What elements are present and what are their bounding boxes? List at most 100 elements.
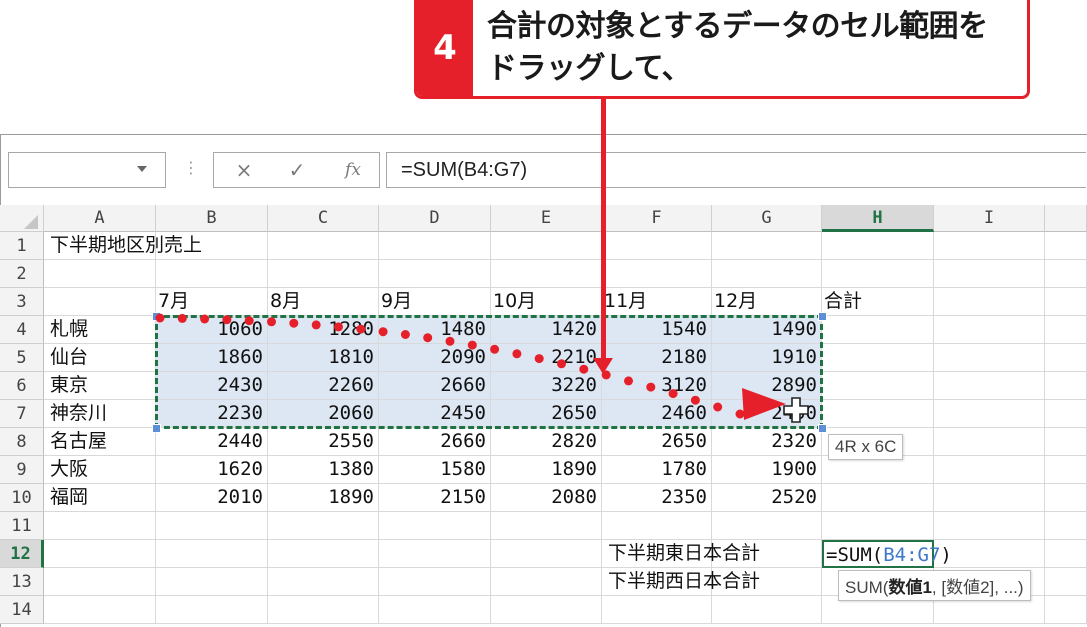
cell-e9[interactable]: 1890 <box>491 456 602 484</box>
cell-f7[interactable]: 2460 <box>602 400 712 428</box>
cell-i11[interactable] <box>934 512 1045 540</box>
cell-b10[interactable]: 2010 <box>156 484 268 512</box>
range-handle-tl[interactable] <box>152 312 161 321</box>
cell-d13[interactable] <box>379 568 491 596</box>
cell-a6[interactable]: 東京 <box>44 372 156 400</box>
cell-e13[interactable] <box>491 568 602 596</box>
cell-c13[interactable] <box>268 568 379 596</box>
cell-i5[interactable] <box>934 344 1045 372</box>
range-handle-br[interactable] <box>818 424 827 433</box>
cell-f13[interactable]: 下半期西日本合計 <box>602 568 760 596</box>
insert-function-icon[interactable]: fx <box>328 153 378 187</box>
cell-d8[interactable]: 2660 <box>379 428 491 456</box>
cell-d10[interactable]: 2150 <box>379 484 491 512</box>
range-handle-bl[interactable] <box>152 424 161 433</box>
cell-f4[interactable]: 1540 <box>602 316 712 344</box>
cell-e2[interactable] <box>491 260 602 288</box>
range-handle-tr[interactable] <box>818 312 827 321</box>
row-header-5[interactable]: 5 <box>0 344 44 372</box>
row-header-12[interactable]: 12 <box>0 540 44 568</box>
cell-e6[interactable]: 3220 <box>491 372 602 400</box>
column-header-h[interactable]: H <box>822 205 934 232</box>
cell-c11[interactable] <box>268 512 379 540</box>
cell-d14[interactable] <box>379 596 491 624</box>
cell-d2[interactable] <box>379 260 491 288</box>
cell-j9[interactable] <box>1045 456 1087 484</box>
cell-d12[interactable] <box>379 540 491 568</box>
cell-i10[interactable] <box>934 484 1045 512</box>
cell-g9[interactable]: 1900 <box>712 456 822 484</box>
cell-h9[interactable] <box>822 456 934 484</box>
cell-c4[interactable]: 1280 <box>268 316 379 344</box>
cell-j11[interactable] <box>1045 512 1087 540</box>
cell-h6[interactable] <box>822 372 934 400</box>
cell-f10[interactable]: 2350 <box>602 484 712 512</box>
cell-g14[interactable] <box>712 596 822 624</box>
cell-e14[interactable] <box>491 596 602 624</box>
cell-i3[interactable] <box>934 288 1045 316</box>
cell-h12[interactable]: =SUM(B4:G7) <box>822 540 952 568</box>
cell-d4[interactable]: 1480 <box>379 316 491 344</box>
row-header-14[interactable]: 14 <box>0 596 44 624</box>
cell-a12[interactable] <box>44 540 156 568</box>
column-header-d[interactable]: D <box>379 205 491 232</box>
cell-a11[interactable] <box>44 512 156 540</box>
select-all-corner[interactable] <box>0 205 44 232</box>
row-header-10[interactable]: 10 <box>0 484 44 512</box>
row-header-3[interactable]: 3 <box>0 288 44 316</box>
cell-i7[interactable] <box>934 400 1045 428</box>
cell-i12[interactable] <box>934 540 1045 568</box>
cell-i4[interactable] <box>934 316 1045 344</box>
cell-c10[interactable]: 1890 <box>268 484 379 512</box>
cell-h1[interactable] <box>822 232 934 260</box>
row-header-2[interactable]: 2 <box>0 260 44 288</box>
column-header-b[interactable]: B <box>156 205 268 232</box>
cell-f9[interactable]: 1780 <box>602 456 712 484</box>
cell-g13[interactable] <box>712 568 822 596</box>
cell-e12[interactable] <box>491 540 602 568</box>
cell-e11[interactable] <box>491 512 602 540</box>
cell-a13[interactable] <box>44 568 156 596</box>
column-header-e[interactable]: E <box>491 205 602 232</box>
cell-e1[interactable] <box>491 232 602 260</box>
cell-b4[interactable]: 1060 <box>156 316 268 344</box>
cell-b2[interactable] <box>156 260 268 288</box>
cell-b8[interactable]: 2440 <box>156 428 268 456</box>
cell-f12[interactable]: 下半期東日本合計 <box>602 540 760 568</box>
cell-h3[interactable]: 合計 <box>822 288 934 316</box>
cell-e5[interactable]: 2210 <box>491 344 602 372</box>
cell-b3[interactable]: 7月 <box>156 288 268 316</box>
cell-j8[interactable] <box>1045 428 1087 456</box>
cell-b14[interactable] <box>156 596 268 624</box>
cell-g12[interactable] <box>712 540 822 568</box>
cell-j3[interactable] <box>1045 288 1087 316</box>
cell-h10[interactable] <box>822 484 934 512</box>
cell-b11[interactable] <box>156 512 268 540</box>
vertical-dots-icon[interactable]: ⋮ <box>183 160 199 176</box>
cell-e3[interactable]: 10月 <box>491 288 602 316</box>
cell-c1[interactable] <box>268 232 379 260</box>
cell-b13[interactable] <box>156 568 268 596</box>
cancel-icon[interactable]: × <box>219 153 269 187</box>
cell-j6[interactable] <box>1045 372 1087 400</box>
cell-c8[interactable]: 2550 <box>268 428 379 456</box>
cell-d1[interactable] <box>379 232 491 260</box>
name-box[interactable] <box>8 152 166 188</box>
cell-b9[interactable]: 1620 <box>156 456 268 484</box>
cell-h4[interactable] <box>822 316 934 344</box>
cell-f11[interactable] <box>602 512 712 540</box>
cell-f3[interactable]: 11月 <box>602 288 712 316</box>
row-header-13[interactable]: 13 <box>0 568 44 596</box>
cell-a2[interactable] <box>44 260 156 288</box>
cell-g11[interactable] <box>712 512 822 540</box>
cell-d9[interactable]: 1580 <box>379 456 491 484</box>
column-header-g[interactable]: G <box>712 205 822 232</box>
column-header-j[interactable] <box>1045 205 1087 232</box>
function-name[interactable]: SUM( <box>845 578 888 597</box>
cell-d6[interactable]: 2660 <box>379 372 491 400</box>
column-header-i[interactable]: I <box>934 205 1045 232</box>
cell-j13[interactable] <box>1045 568 1087 596</box>
cell-c9[interactable]: 1380 <box>268 456 379 484</box>
row-header-9[interactable]: 9 <box>0 456 44 484</box>
column-header-f[interactable]: F <box>602 205 712 232</box>
